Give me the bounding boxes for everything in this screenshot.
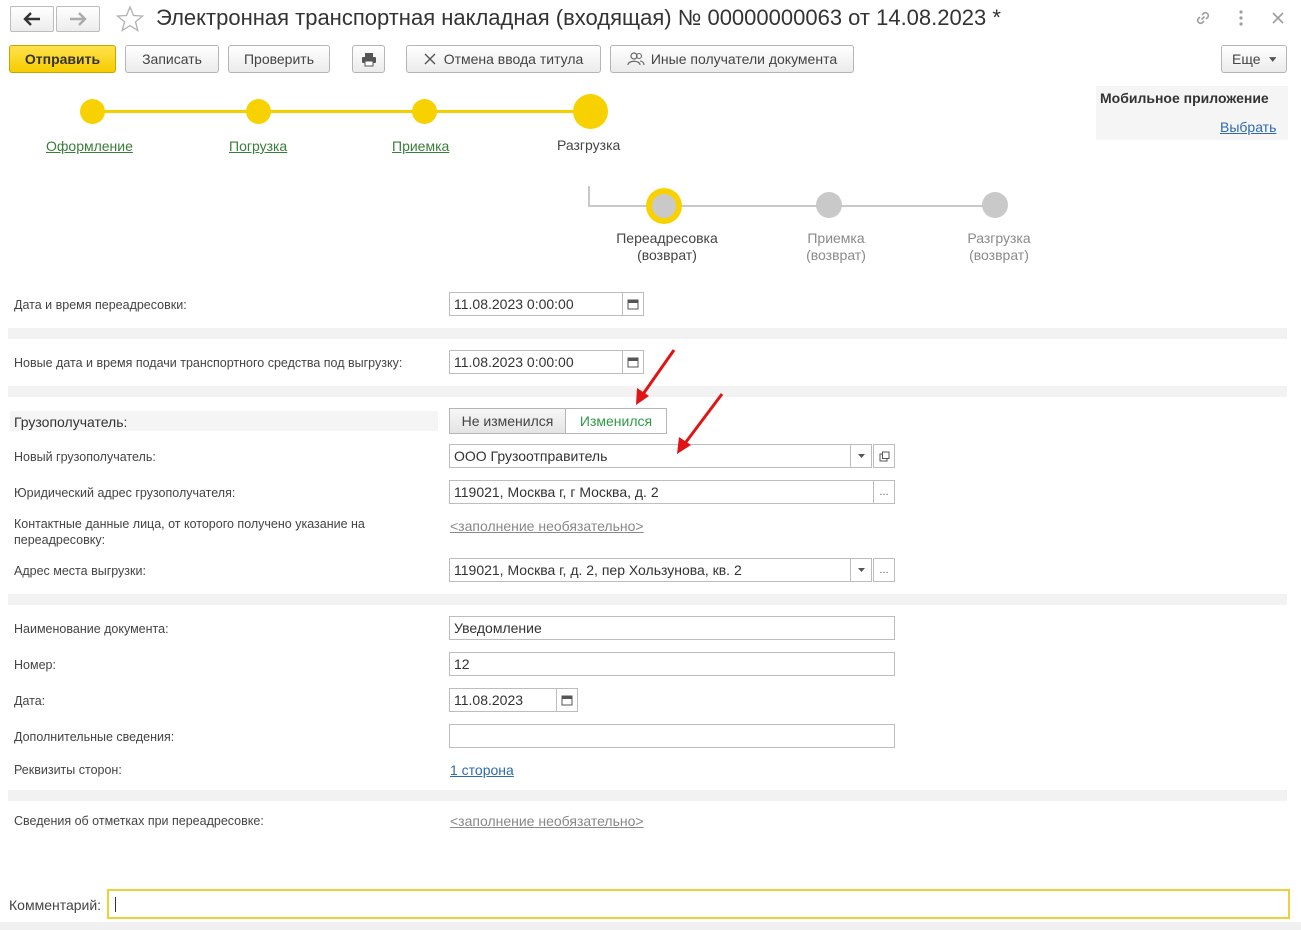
date-label: Дата:	[14, 694, 46, 708]
calendar-button[interactable]	[556, 688, 578, 712]
substage-dot-redirect	[652, 194, 676, 218]
more-label: Еще	[1232, 51, 1261, 67]
arrow-right-icon	[70, 12, 87, 26]
substage-dot-acceptance-return[interactable]	[816, 192, 842, 218]
more-button[interactable]: Еще	[1221, 45, 1287, 73]
contact-label-line2: переадресовку:	[14, 533, 106, 547]
calendar-icon	[627, 299, 639, 310]
unload-address-field[interactable]: 119021, Москва г, д. 2, пер Хользунова, …	[449, 558, 851, 582]
stage-dot-unloading[interactable]	[573, 94, 608, 129]
calendar-button[interactable]	[622, 350, 644, 374]
link-icon[interactable]	[1193, 8, 1213, 28]
substage-label-unloading-return: Разгрузка (возврат)	[967, 230, 1031, 263]
substage-label-acceptance-return: Приемка (возврат)	[806, 230, 866, 263]
doc-name-field[interactable]: Уведомление	[449, 616, 895, 640]
legal-address-label: Юридический адрес грузополучателя:	[14, 486, 236, 500]
cross-icon	[424, 53, 436, 65]
print-button[interactable]	[352, 45, 385, 73]
ellipsis-icon: ...	[879, 564, 889, 576]
redirect-datetime-label: Дата и время переадресовки:	[14, 298, 187, 312]
number-label: Номер:	[14, 658, 56, 672]
calendar-icon	[561, 695, 573, 706]
printer-icon	[361, 52, 376, 66]
mobile-app-title: Мобильное приложение	[1100, 90, 1269, 106]
new-consignee-field[interactable]: ООО Грузоотправитель	[449, 444, 851, 468]
arrow-left-icon	[23, 12, 40, 26]
close-icon[interactable]	[1268, 8, 1288, 28]
save-button[interactable]: Записать	[125, 45, 219, 73]
contact-optional-link[interactable]: <заполнение необязательно>	[450, 518, 644, 534]
chevron-down-icon	[857, 568, 865, 572]
consignee-label: Грузополучатель:	[14, 414, 128, 430]
extra-info-field[interactable]	[449, 724, 895, 748]
cancel-title-label: Отмена ввода титула	[443, 51, 584, 67]
stage-label-unloading: Разгрузка	[557, 137, 621, 153]
calendar-icon	[627, 357, 639, 368]
toggle-unchanged[interactable]: Не изменился	[449, 408, 566, 434]
number-field[interactable]: 12	[449, 652, 895, 676]
stage-link-design[interactable]: Оформление	[46, 138, 133, 154]
extra-info-label: Дополнительные сведения:	[14, 730, 175, 744]
chain-link-icon	[1196, 11, 1210, 25]
chevron-down-icon	[1268, 56, 1276, 62]
section-separator	[8, 386, 1287, 397]
ellipsis-icon: ...	[879, 486, 889, 498]
new-consignee-label: Новый грузополучатель:	[14, 450, 156, 464]
cancel-title-button[interactable]: Отмена ввода титула	[406, 45, 601, 73]
unload-address-label: Адрес места выгрузки:	[14, 564, 146, 578]
parties-label: Реквизиты сторон:	[14, 763, 122, 777]
text-cursor	[115, 897, 116, 912]
users-icon	[627, 52, 645, 66]
select-button[interactable]: ...	[873, 480, 895, 504]
section-separator	[8, 790, 1287, 801]
substage-connector	[588, 186, 590, 206]
more-vertical-icon[interactable]	[1231, 8, 1251, 28]
mobile-choose-link[interactable]: Выбрать	[1220, 119, 1276, 135]
new-datetime-field[interactable]: 11.08.2023 0:00:00	[449, 350, 623, 374]
chevron-down-icon	[857, 454, 865, 458]
stage-progress-line	[92, 110, 590, 113]
redirect-datetime-field[interactable]: 11.08.2023 0:00:00	[449, 292, 623, 316]
toggle-changed[interactable]: Изменился	[565, 408, 667, 434]
back-button[interactable]	[10, 6, 54, 32]
open-window-icon	[879, 451, 889, 461]
section-separator	[8, 328, 1287, 339]
marks-label: Сведения об отметках при переадресовке:	[14, 814, 264, 828]
stage-dot-loading[interactable]	[246, 99, 271, 124]
substage-label-redirect: Переадресовка (возврат)	[616, 230, 718, 263]
parties-link[interactable]: 1 сторона	[450, 762, 514, 778]
legal-address-field[interactable]: 119021, Москва г, г Москва, д. 2	[449, 480, 874, 504]
dropdown-button[interactable]	[850, 444, 872, 468]
other-recipients-button[interactable]: Иные получатели документа	[610, 45, 854, 73]
date-field[interactable]: 11.08.2023	[449, 688, 557, 712]
marks-optional-link[interactable]: <заполнение необязательно>	[450, 813, 644, 829]
favorite-star-icon[interactable]	[115, 4, 145, 34]
bottom-bar	[0, 922, 1301, 930]
comment-label: Комментарий:	[9, 897, 102, 913]
stage-link-loading[interactable]: Погрузка	[229, 138, 287, 154]
other-recipients-label: Иные получатели документа	[650, 51, 838, 67]
comment-field[interactable]	[107, 889, 1290, 919]
calendar-button[interactable]	[622, 292, 644, 316]
dropdown-button[interactable]	[850, 558, 872, 582]
contact-label-line1: Контактные данные лица, от которого полу…	[14, 517, 365, 531]
stage-dot-design[interactable]	[80, 99, 105, 124]
check-button[interactable]: Проверить	[228, 45, 330, 73]
stage-dot-acceptance[interactable]	[412, 99, 437, 124]
new-datetime-label: Новые дата и время подачи транспортного …	[14, 356, 403, 370]
stage-link-acceptance[interactable]: Приемка	[392, 138, 449, 154]
send-button[interactable]: Отправить	[9, 45, 116, 73]
doc-name-label: Наименование документа:	[14, 622, 169, 636]
page-title: Электронная транспортная накладная (вход…	[156, 5, 1001, 30]
select-button[interactable]: ...	[873, 558, 895, 582]
section-separator	[8, 594, 1287, 605]
open-button[interactable]	[873, 444, 895, 468]
substage-dot-unloading-return[interactable]	[982, 192, 1008, 218]
forward-button[interactable]	[56, 6, 100, 32]
